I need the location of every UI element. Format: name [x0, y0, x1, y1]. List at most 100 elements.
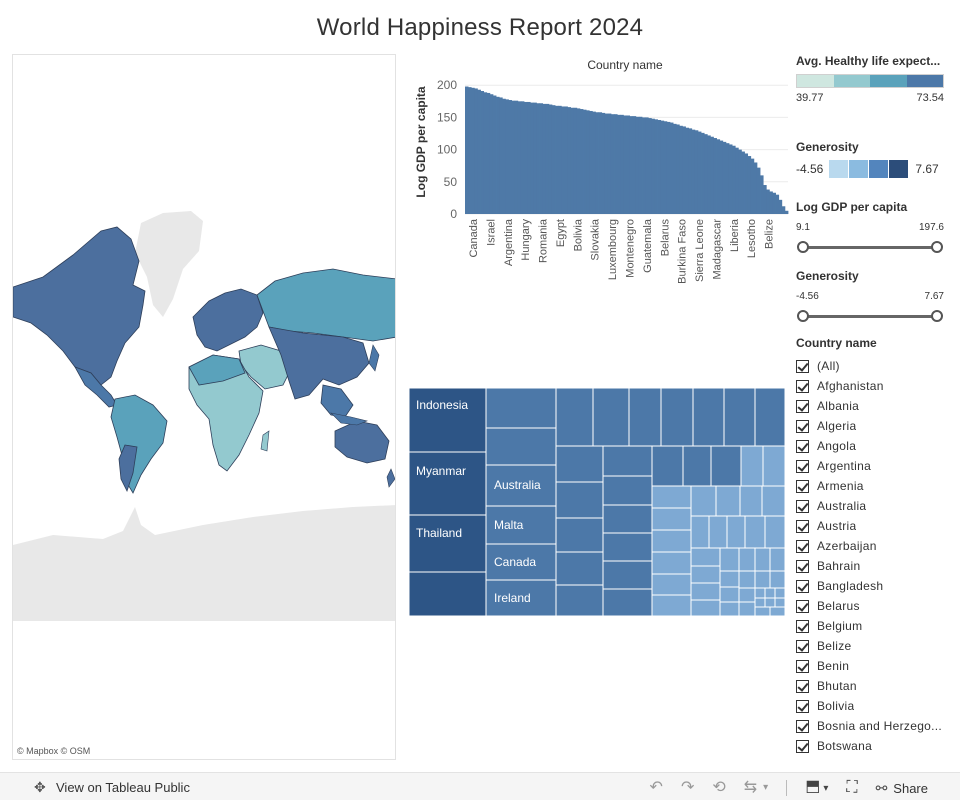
country-filter-item[interactable]: (All) — [796, 356, 948, 376]
gdp-bar[interactable] — [645, 117, 649, 214]
country-filter-item[interactable]: Bangladesh — [796, 576, 948, 596]
gdp-bar[interactable] — [573, 107, 578, 214]
treemap-cell[interactable] — [651, 445, 684, 487]
gdp-bar[interactable] — [483, 92, 488, 214]
treemap-cell-australia[interactable] — [485, 427, 557, 466]
treemap-cell[interactable] — [754, 570, 771, 589]
country-filter-item[interactable]: Bahrain — [796, 556, 948, 576]
gdp-bar[interactable] — [561, 106, 565, 214]
treemap-cell[interactable] — [555, 481, 604, 519]
treemap-cell[interactable] — [651, 507, 692, 531]
checkbox-checked-icon[interactable] — [796, 379, 809, 393]
gdp-bar[interactable] — [642, 117, 646, 214]
treemap-cell[interactable] — [738, 587, 756, 603]
generosity-swatch[interactable] — [869, 160, 889, 178]
treemap-cell[interactable] — [738, 570, 756, 589]
treemap-cell[interactable] — [690, 565, 721, 584]
gdp-bar[interactable] — [735, 147, 739, 214]
treemap-cell[interactable] — [762, 445, 786, 487]
country-filter-item[interactable]: Azerbaijan — [796, 536, 948, 556]
country-filter-item[interactable]: Armenia — [796, 476, 948, 496]
gdp-bar[interactable] — [772, 192, 776, 214]
map-region-europe[interactable] — [192, 288, 264, 352]
checkbox-checked-icon[interactable] — [796, 459, 809, 473]
treemap-cell[interactable] — [555, 387, 594, 447]
checkbox-checked-icon[interactable] — [796, 599, 809, 613]
treemap-cell[interactable] — [719, 570, 740, 588]
treemap-cell[interactable] — [739, 485, 763, 517]
treemap-cell[interactable] — [690, 582, 721, 601]
treemap-cell[interactable] — [628, 387, 662, 447]
country-filter-item[interactable]: Bosnia and Herzego... — [796, 716, 948, 736]
treemap-cell[interactable] — [690, 547, 721, 567]
fullscreen-icon[interactable]: ⛶ — [846, 779, 857, 797]
treemap-cell-top[interactable] — [485, 387, 557, 429]
gdp-bar[interactable] — [517, 101, 522, 214]
gdp-bar[interactable] — [710, 136, 714, 214]
treemap-cell[interactable] — [754, 547, 771, 572]
gdp-bar[interactable] — [694, 130, 699, 214]
gdp-bar[interactable] — [679, 125, 683, 214]
treemap-cell[interactable] — [602, 475, 653, 506]
country-treemap[interactable]: Indonesia Myanmar Thailand Australia Mal… — [408, 387, 786, 617]
gdp-bar[interactable] — [741, 151, 745, 214]
gdp-bar[interactable] — [496, 96, 500, 214]
generosity-swatch[interactable] — [849, 160, 869, 178]
treemap-cell[interactable] — [602, 588, 653, 617]
treemap-cell[interactable] — [719, 601, 740, 617]
gdp-bar[interactable] — [520, 101, 525, 214]
treemap-cell[interactable] — [682, 445, 712, 487]
treemap-cell[interactable] — [690, 515, 710, 549]
country-filter-item[interactable]: Bhutan — [796, 676, 948, 696]
gdp-slider-max-handle[interactable] — [931, 241, 943, 253]
gdp-bar[interactable] — [499, 97, 503, 214]
treemap-cell[interactable] — [408, 571, 487, 617]
gdp-bar[interactable] — [632, 116, 637, 214]
gdp-bar[interactable] — [505, 99, 509, 214]
treemap-cell[interactable] — [774, 597, 786, 608]
gdp-bar[interactable] — [486, 92, 491, 214]
gdp-bar[interactable] — [527, 101, 531, 214]
gdp-bar[interactable] — [589, 110, 593, 214]
gdp-bar[interactable] — [648, 118, 652, 214]
gdp-bar[interactable] — [536, 103, 540, 214]
treemap-cell[interactable] — [764, 515, 786, 549]
treemap-cell[interactable] — [651, 529, 692, 553]
treemap-cell[interactable] — [754, 587, 766, 599]
treemap-cell[interactable] — [761, 485, 786, 517]
gdp-bar[interactable] — [492, 95, 497, 214]
gdp-slider-min-handle[interactable] — [797, 241, 809, 253]
checkbox-checked-icon[interactable] — [796, 519, 809, 533]
gdp-bar[interactable] — [760, 175, 764, 214]
gdp-bar[interactable] — [474, 88, 478, 214]
gdp-bar[interactable] — [607, 113, 612, 214]
bar-chart-canvas[interactable]: Country name Log GDP per capita 0 50 100 15… — [410, 54, 790, 304]
country-filter-item[interactable]: Bolivia — [796, 696, 948, 716]
treemap-cell[interactable] — [651, 573, 692, 596]
gdp-bar[interactable] — [601, 112, 606, 214]
gdp-bar[interactable] — [707, 135, 711, 214]
treemap-cell[interactable] — [764, 587, 776, 599]
gdp-bar[interactable] — [583, 109, 587, 214]
gdp-bar[interactable] — [558, 105, 562, 214]
treemap-canvas[interactable]: Indonesia Myanmar Thailand Australia Mal… — [408, 387, 786, 617]
chevron-down-icon[interactable]: ▾ — [763, 779, 768, 797]
checkbox-checked-icon[interactable] — [796, 399, 809, 413]
gdp-bar[interactable] — [570, 107, 575, 214]
treemap-cell[interactable] — [774, 587, 786, 599]
gdp-bar[interactable] — [551, 105, 556, 214]
gdp-bar[interactable] — [753, 162, 758, 214]
checkbox-checked-icon[interactable] — [796, 579, 809, 593]
generosity-range-slider[interactable] — [796, 308, 944, 324]
map-region-north-america[interactable] — [13, 226, 146, 386]
treemap-cell[interactable] — [719, 547, 740, 572]
gdp-range-slider[interactable] — [796, 239, 944, 255]
gdp-bar[interactable] — [635, 116, 640, 214]
gdp-bar[interactable] — [784, 210, 789, 214]
gdp-bar[interactable] — [763, 185, 767, 214]
gdp-bar[interactable] — [592, 111, 596, 214]
map-region-madagascar[interactable] — [260, 430, 270, 452]
gdp-bar[interactable] — [676, 124, 680, 214]
generosity-slider-track[interactable] — [802, 315, 938, 318]
country-filter-item[interactable]: Angola — [796, 436, 948, 456]
